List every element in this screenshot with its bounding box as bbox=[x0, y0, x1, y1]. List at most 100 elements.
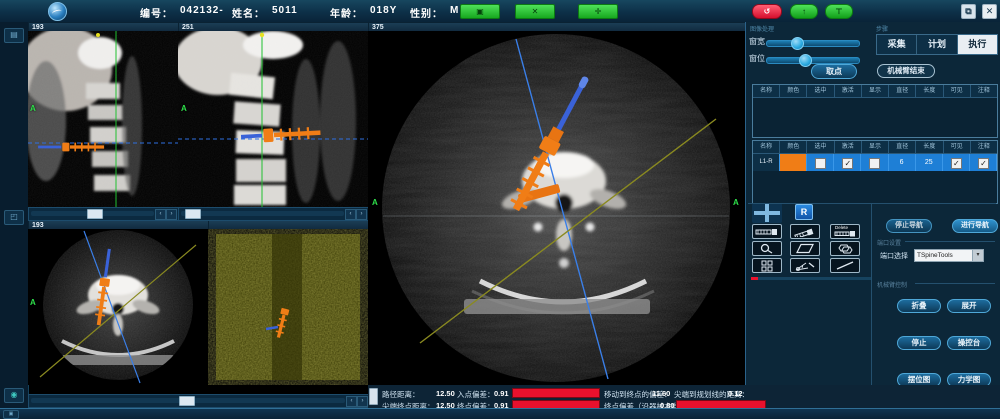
col-note: 注释 bbox=[971, 141, 997, 153]
sagittal-orientation-marker: A bbox=[181, 104, 187, 113]
screw-insert-button[interactable] bbox=[790, 224, 820, 239]
steps-group-label: 步骤 bbox=[876, 24, 888, 33]
screw-add-button[interactable] bbox=[752, 224, 782, 239]
layers-tool-button[interactable] bbox=[830, 241, 860, 256]
screw-table-row[interactable]: L1-R 6 25 bbox=[753, 154, 997, 171]
col-note: 注释 bbox=[971, 85, 997, 97]
screenshot-button[interactable]: ⧉ bbox=[961, 4, 976, 19]
axial-orientation-left: A bbox=[372, 198, 378, 207]
robot-group-label: 机械臂控制 bbox=[877, 280, 907, 289]
bottom-scrollbar[interactable]: ‹ › bbox=[28, 394, 370, 408]
axial-viewport[interactable] bbox=[368, 31, 745, 385]
stop-navigation-button[interactable]: 停止导航 bbox=[886, 219, 932, 233]
group-divider bbox=[915, 283, 995, 284]
right-panel bbox=[745, 22, 1000, 408]
fold-button[interactable]: 折叠 bbox=[897, 299, 941, 313]
tracer-device-button[interactable]: ✛ bbox=[578, 4, 618, 19]
sex-value: M bbox=[450, 5, 459, 16]
sagittal-scrollbar[interactable]: ‹ › bbox=[178, 207, 369, 221]
robot-tool-button[interactable]: ⊤ bbox=[825, 4, 853, 19]
show-checkbox[interactable] bbox=[869, 158, 880, 169]
plane-tool-button[interactable] bbox=[790, 241, 820, 256]
scroll-prev-icon[interactable]: ‹ bbox=[346, 396, 357, 407]
pick-point-button[interactable]: 取点 bbox=[811, 64, 857, 79]
bottom-strip: ▣ bbox=[0, 408, 1000, 419]
active-checkbox[interactable] bbox=[842, 158, 853, 169]
angle-measure-icon bbox=[794, 260, 816, 272]
select-checkbox[interactable] bbox=[815, 158, 826, 169]
col-length: 长度 bbox=[916, 141, 943, 153]
line-measure-button[interactable] bbox=[830, 258, 860, 273]
snapshot-icon[interactable]: ◉ bbox=[4, 388, 24, 403]
screw-length-cell: 25 bbox=[916, 154, 943, 171]
port-select-value: TSpineTools bbox=[917, 252, 953, 259]
scroll-next-icon[interactable]: › bbox=[357, 396, 368, 407]
splitter-handle[interactable] bbox=[369, 388, 378, 405]
path-distance-label: 路径距离： bbox=[382, 389, 420, 400]
probe-device-button[interactable]: ✕ bbox=[515, 4, 555, 19]
col-show: 显示 bbox=[862, 141, 889, 153]
window-width-slider-handle[interactable] bbox=[791, 37, 804, 50]
age-label: 年龄： bbox=[330, 5, 363, 20]
window-level-label: 窗位 bbox=[749, 53, 765, 64]
run-navigation-button[interactable]: 进行导航 bbox=[952, 219, 998, 233]
oblique-viewport[interactable] bbox=[28, 229, 208, 385]
robot-raise-button[interactable]: ↑ bbox=[790, 4, 818, 19]
link-views-icon[interactable]: ◰ bbox=[4, 210, 24, 225]
tab-execute[interactable]: 执行 bbox=[958, 35, 997, 54]
entry-deviation-value: 0.91 bbox=[494, 389, 509, 398]
window-width-slider[interactable] bbox=[766, 40, 860, 47]
close-button[interactable]: ✕ bbox=[982, 4, 997, 19]
plan-table-upper: 名称 颜色 选中 激活 显示 直径 长度 可见 注释 bbox=[752, 84, 998, 138]
angle-measure-button[interactable] bbox=[790, 258, 820, 273]
screw-delete-button[interactable]: Delete bbox=[830, 224, 860, 239]
sagittal-viewport[interactable] bbox=[178, 31, 368, 207]
coronal-scrollbar[interactable]: ‹ › bbox=[28, 207, 179, 221]
robot-arm-end-button[interactable]: 机械臂结束 bbox=[877, 64, 935, 78]
scroll-prev-icon[interactable]: ‹ bbox=[345, 209, 356, 220]
window-level-slider-handle[interactable] bbox=[799, 54, 812, 67]
port-select-dropdown[interactable]: TSpineTools ▾ bbox=[914, 249, 984, 262]
screw-color-swatch[interactable] bbox=[780, 154, 807, 171]
console-button[interactable]: 操控台 bbox=[947, 336, 991, 350]
col-color: 颜色 bbox=[780, 85, 807, 97]
magnifier-icon bbox=[759, 243, 775, 254]
entry-deviation-alarm-bar bbox=[512, 388, 600, 398]
scroll-next-icon[interactable]: › bbox=[356, 209, 367, 220]
expand-button[interactable]: 展开 bbox=[947, 299, 991, 313]
note-checkbox[interactable] bbox=[978, 158, 989, 169]
monitor-device-button[interactable]: ▣ bbox=[460, 4, 500, 19]
layout-icon[interactable]: ▤ bbox=[4, 28, 24, 43]
tab-plan[interactable]: 计划 bbox=[917, 35, 957, 54]
drr-viewport[interactable] bbox=[208, 229, 368, 385]
screw-active-cell[interactable] bbox=[834, 154, 861, 171]
window-level-slider[interactable] bbox=[766, 57, 860, 64]
stop-button[interactable]: 停止 bbox=[897, 336, 941, 350]
scroll-next-icon[interactable]: › bbox=[166, 209, 177, 220]
col-diameter: 直径 bbox=[889, 85, 916, 97]
group-divider bbox=[905, 241, 995, 242]
plan-table-header: 名称 颜色 选中 激活 显示 直径 长度 可见 注释 bbox=[753, 141, 997, 154]
crosshair-center-button[interactable] bbox=[752, 203, 782, 223]
axial-orientation-right: A bbox=[733, 198, 739, 207]
reset-view-button[interactable]: R bbox=[795, 204, 813, 220]
col-show: 显示 bbox=[862, 85, 889, 97]
visible-checkbox[interactable] bbox=[951, 158, 962, 169]
screw-select-cell[interactable] bbox=[807, 154, 834, 171]
robot-return-button[interactable]: ↺ bbox=[752, 4, 782, 19]
zoom-tool-button[interactable] bbox=[752, 241, 782, 256]
col-visible: 可见 bbox=[944, 141, 971, 153]
plan-table-lower: 名称 颜色 选中 激活 显示 直径 长度 可见 注释 L1-R 6 25 bbox=[752, 140, 998, 204]
move-endpoint-deviation-value: 11.60 bbox=[652, 389, 670, 398]
scroll-prev-icon[interactable]: ‹ bbox=[155, 209, 166, 220]
chevron-down-icon[interactable]: ▾ bbox=[972, 250, 983, 261]
screw-show-cell[interactable] bbox=[861, 154, 888, 171]
app-logo-icon bbox=[48, 2, 67, 21]
screw-icon bbox=[755, 227, 779, 237]
tool-progress-value bbox=[751, 277, 758, 280]
screw-note-cell[interactable] bbox=[970, 154, 997, 171]
layout-grid-button[interactable] bbox=[752, 258, 782, 273]
tab-acquire[interactable]: 采集 bbox=[877, 35, 917, 54]
screw-visible-cell[interactable] bbox=[943, 154, 970, 171]
coronal-viewport[interactable] bbox=[28, 31, 178, 207]
